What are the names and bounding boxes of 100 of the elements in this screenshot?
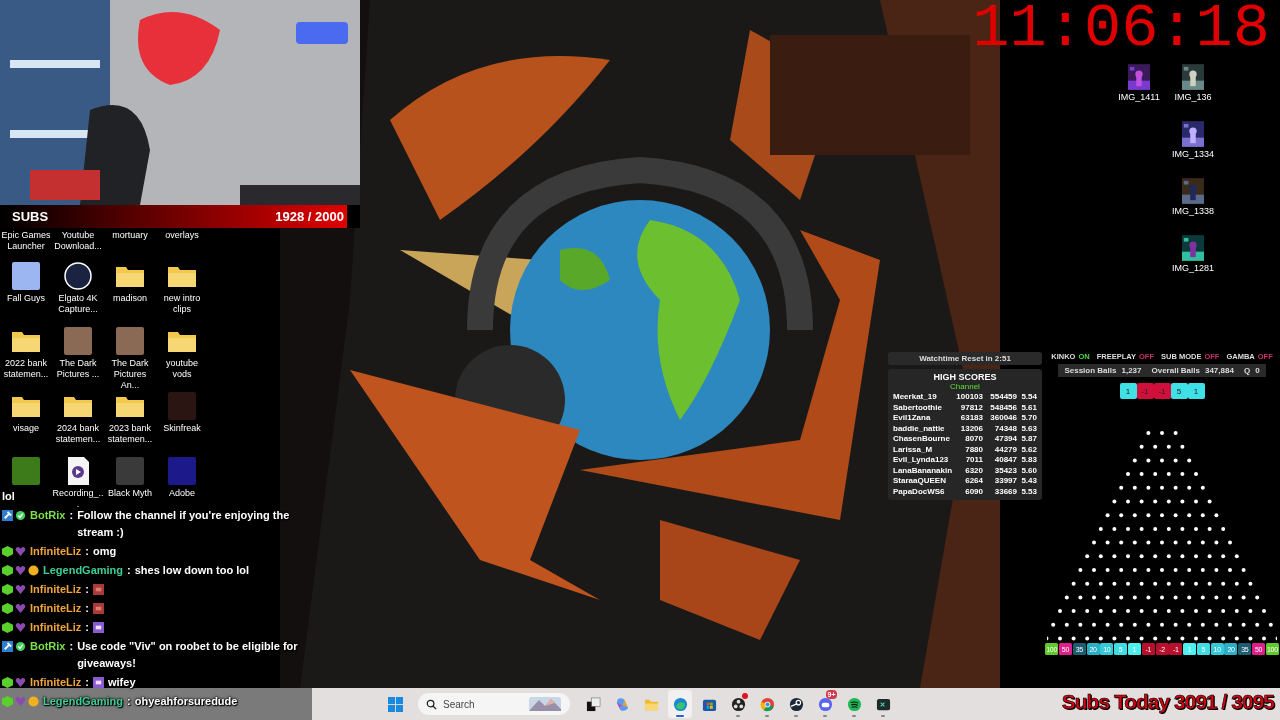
app-icon[interactable] (11, 261, 41, 291)
heart-badge-icon (15, 546, 26, 557)
chat-message: Follow the channel if you're enjoying the stream :) (77, 508, 291, 540)
chat-username: InfiniteLiz (30, 601, 82, 616)
player-total: 360046 (989, 413, 1017, 424)
chat-app-icon (817, 696, 833, 712)
player-score: 13206 (959, 423, 983, 434)
chat-username: InfiniteLiz (30, 620, 82, 635)
high-scores-title: HIGH SCORES (932, 372, 998, 382)
desktop-icon-label[interactable]: Recording_... (52, 488, 104, 510)
chat-separator: : (85, 620, 89, 635)
stat-value: 0 (1255, 366, 1260, 375)
desktop-icon-label[interactable]: overlays (156, 230, 208, 241)
windows-logo-icon (387, 696, 403, 712)
chat-username: InfiniteLiz (30, 544, 82, 559)
search-bar[interactable]: Search (418, 693, 570, 715)
player-score: 6320 (964, 465, 983, 476)
cube-badge-icon (2, 565, 13, 576)
player-score: 7880 (964, 444, 983, 455)
player-score: 6090 (964, 486, 983, 497)
running-indicator (736, 715, 740, 717)
chat-separator: : (85, 601, 89, 616)
recent-result: 1 (1187, 383, 1205, 399)
stat-value: 1,237 (1121, 366, 1142, 375)
chat-separator: : (85, 582, 89, 597)
stat-value: 347,884 (1204, 366, 1234, 375)
chat-username: InfiniteLiz (30, 582, 82, 597)
cube-badge-icon (2, 696, 13, 707)
desktop-icon-label[interactable]: 2024 bank statemen... (52, 423, 104, 445)
player-total: 47394 (993, 434, 1017, 445)
player-score: 97812 (959, 402, 983, 413)
chat-separator: : (127, 694, 131, 709)
desktop-icon-label[interactable]: Fall Guys (0, 293, 52, 304)
desktop-icon-label[interactable]: Youtube Download... (52, 230, 104, 252)
player-total: 554459 (989, 392, 1017, 403)
recent-result: 5 (1170, 383, 1188, 399)
desktop-icon-label[interactable]: Elgato 4K Capture... (52, 293, 104, 315)
chat-separator: : (85, 544, 89, 559)
desktop-icon-label[interactable]: The Dark Pictures An... (104, 358, 156, 391)
player-score: 8070 (964, 434, 983, 445)
file-label[interactable]: IMG_1281 (1172, 263, 1214, 274)
chat-username: BotRix (30, 508, 66, 523)
desktop-icon-label[interactable]: youtube vods (156, 358, 208, 380)
recorder-icon (730, 696, 746, 712)
file-label[interactable]: IMG_136 (1174, 92, 1212, 103)
file-label[interactable]: IMG_1338 (1172, 206, 1214, 217)
desktop-icon-label[interactable]: mortuary (104, 230, 156, 241)
player-total: 33669 (993, 486, 1017, 497)
chat-separator: : (69, 639, 74, 654)
cube-badge-icon (2, 546, 13, 557)
player-average: 5.53 (1020, 486, 1037, 497)
player-average: 5.54 (1020, 392, 1037, 403)
search-field[interactable]: Search (443, 698, 523, 710)
player-name: ChasenBourne (893, 434, 951, 445)
desktop-icon-label[interactable]: Adobe (156, 488, 208, 499)
app-icon[interactable] (63, 261, 93, 291)
desktop-icon-label[interactable]: new intro clips (156, 293, 208, 315)
player-total: 548456 (989, 402, 1017, 413)
check-badge-icon (15, 641, 26, 652)
player-name: Evil_Lynda123 (893, 455, 950, 466)
chat-message: shes low down too lol (134, 563, 250, 578)
check-badge-icon (15, 510, 26, 521)
player-average: 5.83 (1020, 455, 1037, 466)
running-indicator (881, 715, 885, 717)
desktop-icon-label[interactable]: madison (104, 293, 156, 304)
desktop-icon-label[interactable]: Epic Games Launcher (0, 230, 52, 252)
desktop-icon-label[interactable]: visage (0, 423, 52, 434)
recent-result: -1 (1153, 383, 1171, 399)
file-label[interactable]: IMG_1411 (1118, 92, 1160, 103)
player-average: 5.43 (1020, 476, 1037, 487)
running-indicator (852, 715, 856, 717)
subs-label: SUBS (12, 209, 49, 224)
desktop-icon-label[interactable]: Skinfreak (156, 423, 208, 434)
browser-icon (759, 696, 775, 712)
stat-label: Q (1243, 366, 1251, 375)
player-average: 5.62 (1020, 444, 1037, 455)
chat-message: omg (93, 544, 118, 559)
desktop-icon-label[interactable]: The Dark Pictures ... (52, 358, 104, 380)
hammer-badge-icon (2, 641, 13, 652)
desktop-icon-label[interactable]: 2022 bank statemen... (0, 358, 52, 380)
desktop-icon-label[interactable]: 2023 bank statemen... (104, 423, 156, 445)
copilot-icon (614, 696, 630, 712)
desktop-icon-label[interactable]: Black Myth (104, 488, 156, 499)
file-label[interactable]: IMG_1334 (1172, 149, 1214, 160)
chat-message: Use code "Viv" on roobet to be eligible for giveaways! (77, 639, 298, 671)
player-score: 7011 (964, 455, 983, 466)
high-scores-subtitle: Channel (949, 382, 981, 391)
player-average: 5.63 (1020, 423, 1037, 434)
player-name: StaraaQUEEN (893, 476, 947, 487)
chat-username: LegendGaming (43, 563, 124, 578)
chat-username: BotRix (30, 639, 66, 654)
player-name: Larissa_M (893, 444, 934, 455)
stat-label: Session Balls (1064, 366, 1117, 375)
heart-badge-icon (15, 584, 26, 595)
player-name: PapaDocWS6 (893, 486, 946, 497)
cube-badge-icon (2, 622, 13, 633)
running-indicator (765, 715, 769, 717)
recent-result: 1 (1119, 383, 1137, 399)
player-average: 5.61 (1020, 402, 1037, 413)
clock: 11:06:18 (972, 0, 1270, 64)
